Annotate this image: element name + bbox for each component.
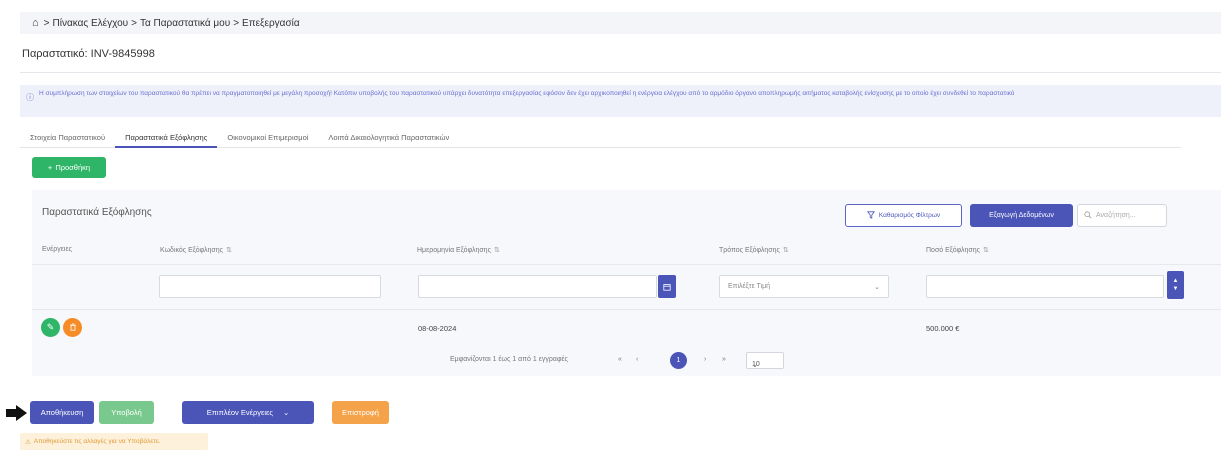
- add-button[interactable]: + Προσθήκη: [32, 157, 106, 178]
- search-icon: [1084, 210, 1092, 221]
- pagination-summary: Εμφανίζονται 1 έως 1 από 1 εγγραφές: [450, 356, 568, 363]
- tab-other-supporting-documents[interactable]: Λοιπά Δικαιολογητικά Παραστατικών: [318, 124, 459, 148]
- last-page-button[interactable]: »: [722, 356, 726, 363]
- breadcrumb-item-edit: Επεξεργασία: [242, 17, 300, 29]
- cell-payment-date: 08-08-2024: [418, 324, 457, 333]
- pencil-icon: ✎: [46, 322, 55, 332]
- trash-icon: [69, 322, 77, 333]
- chevron-down-icon[interactable]: ▼: [1173, 286, 1179, 292]
- table-row: ✎ 08-08-2024 500.000 €: [32, 312, 1221, 346]
- payment-code-filter-input[interactable]: [159, 275, 381, 298]
- breadcrumb-separator: >: [43, 17, 50, 29]
- warning-icon: ⚠: [25, 438, 31, 446]
- select-placeholder: Επιλέξτε Τιμή: [728, 283, 771, 290]
- submit-button[interactable]: Υποβολή: [99, 401, 154, 424]
- column-header-label: Ημερομηνία Εξόφλησης: [417, 247, 491, 254]
- search-placeholder: Αναζήτηση...: [1096, 212, 1136, 219]
- column-header-label: Ενέργειες: [42, 246, 72, 253]
- sort-icon[interactable]: ⇅: [226, 247, 232, 254]
- payment-date-filter-input[interactable]: [418, 275, 657, 298]
- next-page-button[interactable]: ›: [704, 356, 706, 363]
- sort-icon[interactable]: ⇅: [494, 247, 500, 254]
- chevron-down-icon: ⌄: [752, 362, 758, 369]
- panel-title: Παραστατικά Εξόφλησης: [42, 207, 152, 218]
- info-alert: ⓘ Η συμπλήρωση των στοιχείων του παραστα…: [20, 85, 1221, 117]
- column-header-label: Ποσό Εξόφλησης: [926, 247, 981, 254]
- clear-filters-button[interactable]: Καθαρισμός Φίλτρων: [845, 204, 962, 227]
- save-button[interactable]: Αποθήκευση: [30, 401, 94, 424]
- search-input[interactable]: Αναζήτηση...: [1077, 204, 1167, 227]
- column-header-label: Κωδικός Εξόφλησης: [160, 247, 224, 254]
- delete-button[interactable]: [63, 318, 82, 337]
- arrow-pointer-icon: [6, 405, 27, 421]
- column-header-payment-date[interactable]: Ημερομηνία Εξόφλησης ⇅: [417, 246, 500, 254]
- more-actions-button[interactable]: Επιπλέον Ενέργειες ⌄: [182, 401, 314, 424]
- chevron-up-icon[interactable]: ▲: [1173, 278, 1179, 284]
- page-number-current[interactable]: 1: [670, 352, 687, 369]
- previous-page-button[interactable]: ‹: [636, 356, 638, 363]
- tab-invoice-details[interactable]: Στοιχεία Παραστατικού: [20, 124, 115, 148]
- home-icon[interactable]: ⌂: [32, 17, 39, 29]
- amount-stepper[interactable]: ▲ ▼: [1167, 271, 1184, 299]
- plus-icon: +: [47, 163, 53, 172]
- tab-financial-allocations[interactable]: Οικονομικοί Επιμερισμοί: [217, 124, 318, 148]
- info-circle-icon: ⓘ: [26, 93, 34, 102]
- payment-method-filter-select[interactable]: Επιλέξτε Τιμή ⌄: [719, 275, 889, 298]
- clear-filters-label: Καθαρισμός Φίλτρων: [878, 212, 941, 219]
- breadcrumb-separator: >: [233, 17, 240, 29]
- tab-bar: Στοιχεία Παραστατικού Παραστατικά Εξόφλη…: [20, 124, 1181, 148]
- edit-button[interactable]: ✎: [41, 318, 60, 337]
- cell-payment-amount: 500.000 €: [926, 324, 960, 333]
- tab-payment-documents[interactable]: Παραστατικά Εξόφλησης: [115, 124, 218, 148]
- title-divider: [20, 72, 1221, 73]
- column-header-label: Τρόπος Εξόφλησης: [719, 247, 780, 254]
- breadcrumb-separator: >: [131, 17, 137, 29]
- calendar-icon[interactable]: [658, 275, 676, 298]
- page-size-select[interactable]: 10 ⌄: [746, 352, 784, 369]
- chevron-down-icon: ⌄: [282, 408, 290, 417]
- chevron-down-icon: ⌄: [874, 283, 880, 291]
- info-text: Η συμπλήρωση των στοιχείων του παραστατι…: [39, 90, 1015, 97]
- unsaved-changes-warning: ⚠ Αποθηκεύστε τις αλλαγές για να Υποβάλε…: [20, 433, 208, 450]
- add-button-label: Προσθήκη: [55, 163, 91, 172]
- first-page-button[interactable]: «: [618, 356, 622, 363]
- column-header-payment-method[interactable]: Τρόπος Εξόφλησης ⇅: [719, 246, 789, 254]
- filter-icon: [866, 210, 875, 221]
- breadcrumb-item-my-invoices[interactable]: Τα Παραστατικά μου: [140, 18, 230, 29]
- page-title: Παραστατικό: INV-9845998: [22, 48, 155, 60]
- breadcrumb: ⌂ > Πίνακας Ελέγχου > Τα Παραστατικά μου…: [20, 12, 1221, 34]
- warning-text: Αποθηκεύστε τις αλλαγές για να Υποβάλετε…: [33, 438, 161, 445]
- column-header-payment-amount[interactable]: Ποσό Εξόφλησης ⇅: [926, 246, 989, 254]
- export-data-button[interactable]: Εξαγωγή Δεδομένων: [970, 204, 1073, 227]
- filter-row: Επιλέξτε Τιμή ⌄ ▲ ▼: [32, 264, 1221, 310]
- sort-icon[interactable]: ⇅: [983, 247, 989, 254]
- back-button[interactable]: Επιστροφή: [332, 401, 389, 424]
- payments-panel: Παραστατικά Εξόφλησης Καθαρισμός Φίλτρων…: [32, 190, 1221, 376]
- pagination: Εμφανίζονται 1 έως 1 από 1 εγγραφές « ‹ …: [32, 348, 1221, 372]
- more-actions-label: Επιπλέον Ενέργειες: [206, 408, 273, 417]
- sort-icon[interactable]: ⇅: [783, 247, 789, 254]
- breadcrumb-item-dashboard[interactable]: Πίνακας Ελέγχου: [53, 18, 129, 29]
- column-header-actions: Ενέργειες: [42, 246, 72, 253]
- column-header-payment-code[interactable]: Κωδικός Εξόφλησης ⇅: [160, 246, 232, 254]
- payment-amount-filter-input[interactable]: [926, 275, 1164, 298]
